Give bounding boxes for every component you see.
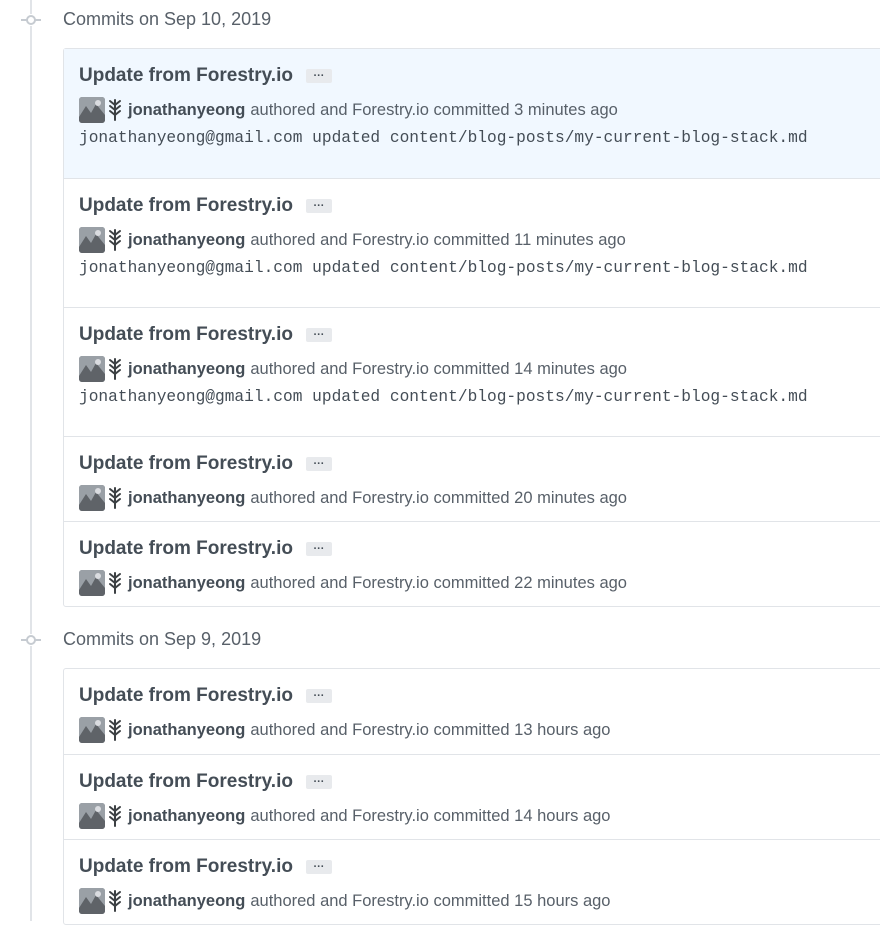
commit-item: Update from Forestry.io ··· jonathanyeon… <box>64 49 880 178</box>
commit-group-title: Commits on Sep 10, 2019 <box>63 9 272 29</box>
expand-description-button[interactable]: ··· <box>305 689 332 703</box>
commit-meta: authored and Forestry.io committed 22 mi… <box>250 573 627 592</box>
author-link[interactable]: jonathanyeong <box>128 101 245 120</box>
expand-description-button[interactable]: ··· <box>305 199 332 213</box>
commit-title-link[interactable]: Update from Forestry.io <box>79 771 293 793</box>
author-link[interactable]: jonathanyeong <box>128 574 245 593</box>
commit-item: Update from Forestry.io ··· jonathanyeon… <box>64 436 880 521</box>
author-avatar[interactable] <box>79 485 105 511</box>
author-link[interactable]: jonathanyeong <box>128 807 245 826</box>
committer-avatar-icon[interactable] <box>108 890 122 912</box>
commit-description: jonathanyeong@gmail.com updated content/… <box>79 388 808 406</box>
commit-title-link[interactable]: Update from Forestry.io <box>79 538 293 560</box>
committer-avatar-icon[interactable] <box>108 229 122 251</box>
author-avatar[interactable] <box>79 888 105 914</box>
commit-item: Update from Forestry.io ··· jonathanyeon… <box>64 178 880 307</box>
commit-meta: authored and Forestry.io committed 14 mi… <box>250 359 627 378</box>
author-link[interactable]: jonathanyeong <box>128 721 245 740</box>
author-avatar[interactable] <box>79 227 105 253</box>
committer-avatar-icon[interactable] <box>108 805 122 827</box>
commit-title-link[interactable]: Update from Forestry.io <box>79 856 293 878</box>
author-link[interactable]: jonathanyeong <box>128 360 245 379</box>
expand-description-button[interactable]: ··· <box>305 328 332 342</box>
commit-group-title: Commits on Sep 9, 2019 <box>63 629 262 649</box>
commit-title-link[interactable]: Update from Forestry.io <box>79 65 293 87</box>
commit-group-header: Commits on Sep 9, 2019 <box>0 620 880 660</box>
git-commit-icon <box>21 14 41 26</box>
commit-item: Update from Forestry.io ··· jonathanyeon… <box>64 669 880 754</box>
commit-meta: authored and Forestry.io committed 14 ho… <box>250 806 611 825</box>
committer-avatar-icon[interactable] <box>108 719 122 741</box>
commit-item: Update from Forestry.io ··· jonathanyeon… <box>64 521 880 606</box>
commit-meta: authored and Forestry.io committed 20 mi… <box>250 488 627 507</box>
commit-group: Commits on Sep 9, 2019 Update from Fores… <box>0 620 880 925</box>
expand-description-button[interactable]: ··· <box>305 457 332 471</box>
git-commit-icon <box>21 634 41 646</box>
commit-group: Commits on Sep 10, 2019 Update from Fore… <box>0 0 880 607</box>
expand-description-button[interactable]: ··· <box>305 69 332 83</box>
commit-title-link[interactable]: Update from Forestry.io <box>79 685 293 707</box>
committer-avatar-icon[interactable] <box>108 487 122 509</box>
author-avatar[interactable] <box>79 570 105 596</box>
commit-list: Update from Forestry.io ··· jonathanyeon… <box>63 48 880 607</box>
commit-description: jonathanyeong@gmail.com updated content/… <box>79 259 808 277</box>
author-link[interactable]: jonathanyeong <box>128 892 245 911</box>
commit-item: Update from Forestry.io ··· jonathanyeon… <box>64 307 880 436</box>
expand-description-button[interactable]: ··· <box>305 860 332 874</box>
commit-title-link[interactable]: Update from Forestry.io <box>79 324 293 346</box>
commit-title-link[interactable]: Update from Forestry.io <box>79 195 293 217</box>
timeline-line <box>30 0 32 921</box>
author-avatar[interactable] <box>79 97 105 123</box>
commit-meta: authored and Forestry.io committed 3 min… <box>250 100 618 119</box>
author-link[interactable]: jonathanyeong <box>128 489 245 508</box>
commit-group-header: Commits on Sep 10, 2019 <box>0 0 880 40</box>
committer-avatar-icon[interactable] <box>108 572 122 594</box>
author-avatar[interactable] <box>79 803 105 829</box>
commit-meta: authored and Forestry.io committed 13 ho… <box>250 720 611 739</box>
author-avatar[interactable] <box>79 717 105 743</box>
expand-description-button[interactable]: ··· <box>305 542 332 556</box>
expand-description-button[interactable]: ··· <box>305 775 332 789</box>
commit-item: Update from Forestry.io ··· jonathanyeon… <box>64 839 880 924</box>
commit-description: jonathanyeong@gmail.com updated content/… <box>79 129 808 147</box>
committer-avatar-icon[interactable] <box>108 99 122 121</box>
commit-title-link[interactable]: Update from Forestry.io <box>79 453 293 475</box>
commit-meta: authored and Forestry.io committed 15 ho… <box>250 891 611 910</box>
committer-avatar-icon[interactable] <box>108 358 122 380</box>
author-link[interactable]: jonathanyeong <box>128 231 245 250</box>
author-avatar[interactable] <box>79 356 105 382</box>
commit-list: Update from Forestry.io ··· jonathanyeon… <box>63 668 880 925</box>
commit-item: Update from Forestry.io ··· jonathanyeon… <box>64 754 880 839</box>
commit-meta: authored and Forestry.io committed 11 mi… <box>250 230 626 249</box>
